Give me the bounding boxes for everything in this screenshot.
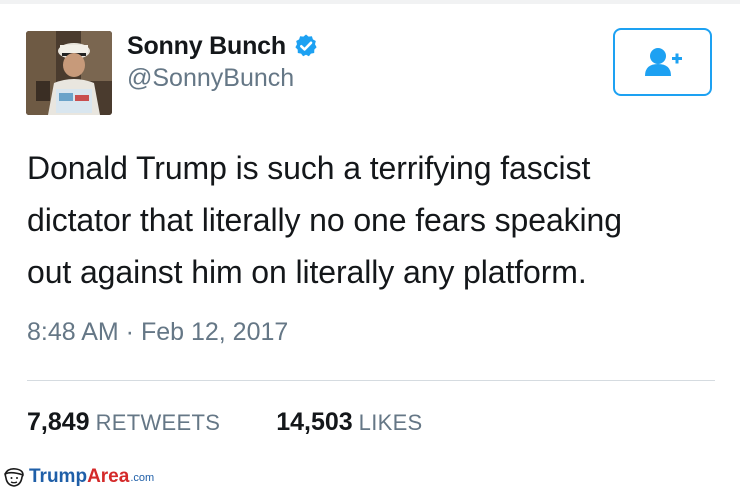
- tweet-line: dictator that literally no one fears spe…: [27, 202, 622, 238]
- retweets-count: 7,849: [27, 408, 90, 436]
- site-watermark: Trump Area .com: [2, 462, 218, 491]
- author-name-row: Sonny Bunch: [127, 30, 319, 62]
- retweets-label: RETWEETS: [95, 410, 221, 435]
- user-handle[interactable]: @SonnyBunch: [127, 64, 294, 93]
- avatar[interactable]: [26, 31, 112, 115]
- likes-stat[interactable]: 14,503 LIKES: [276, 408, 422, 437]
- likes-label: LIKES: [358, 410, 423, 435]
- likes-count: 14,503: [276, 408, 353, 436]
- tweet-line: Donald Trump is such a terrifying fascis…: [27, 150, 591, 186]
- verified-badge-icon: [293, 33, 319, 59]
- add-user-icon: [644, 48, 682, 76]
- tweet-timestamp[interactable]: 8:48 AM · Feb 12, 2017: [27, 318, 288, 347]
- top-divider: [0, 0, 740, 4]
- retweets-stat[interactable]: 7,849 RETWEETS: [27, 408, 220, 437]
- tweet-text: Donald Trump is such a terrifying fascis…: [27, 142, 717, 298]
- trump-logo-icon: [4, 467, 24, 487]
- follow-button[interactable]: [613, 28, 712, 96]
- watermark-part1: Trump: [29, 465, 88, 487]
- profile-photo-icon: [26, 31, 112, 115]
- watermark-part3: .com: [130, 472, 155, 484]
- watermark-part2: Area: [87, 465, 130, 487]
- tweet-stats: 7,849 RETWEETS 14,503 LIKES: [27, 408, 423, 437]
- stats-divider: [27, 380, 715, 381]
- tweet-line: out against him on literally any platfor…: [27, 254, 587, 290]
- display-name[interactable]: Sonny Bunch: [127, 32, 286, 61]
